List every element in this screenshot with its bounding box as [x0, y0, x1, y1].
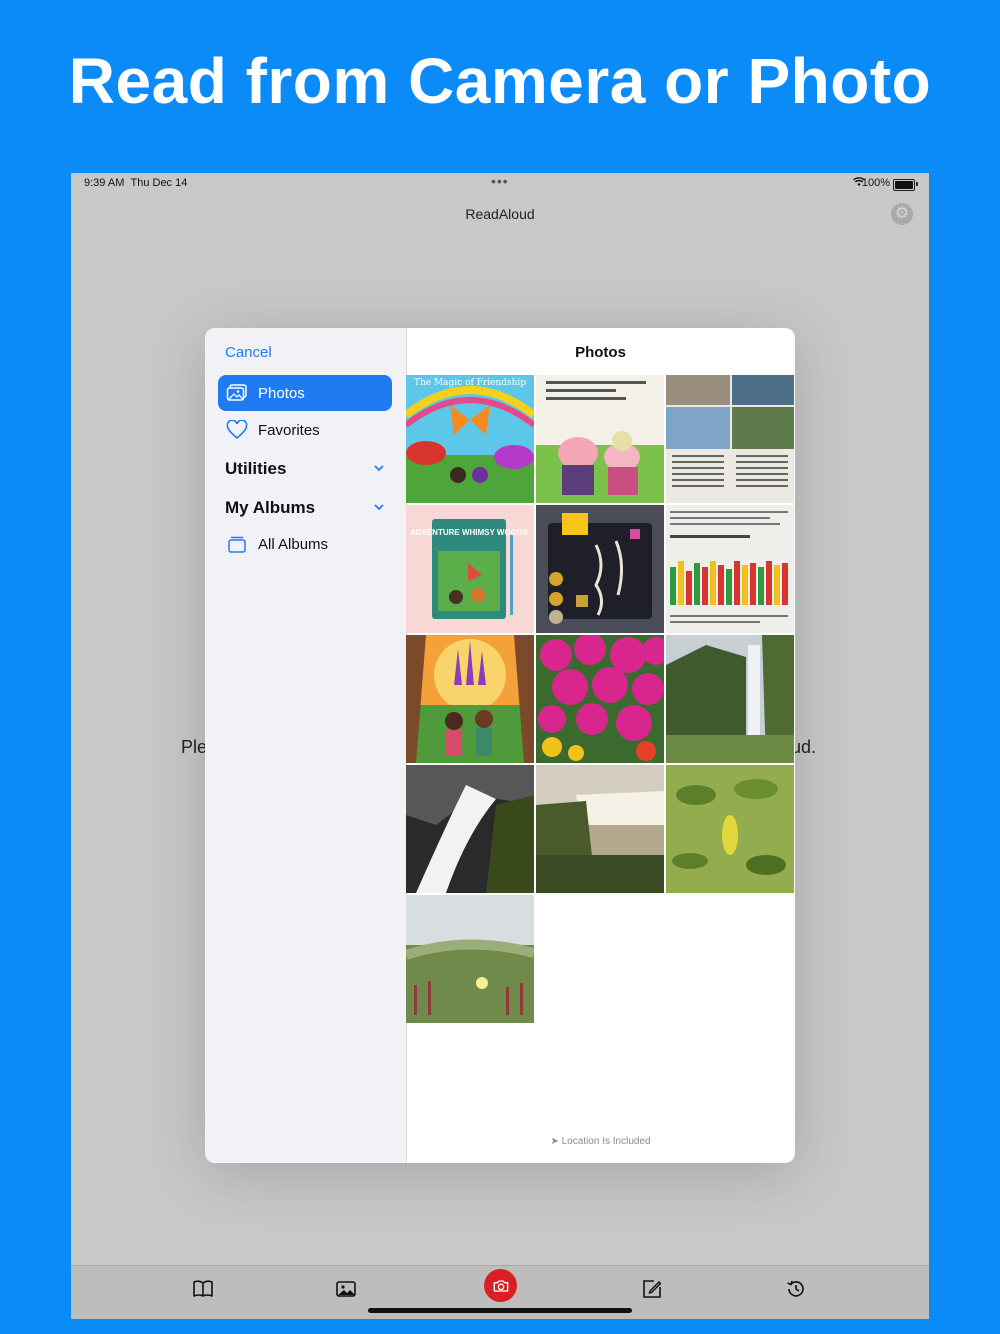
- photo-thumbnail[interactable]: ADVENTURE WHIMSY WOODS: [406, 505, 534, 633]
- photo-thumbnail[interactable]: The Magic of Friendship: [406, 375, 534, 503]
- gear-icon[interactable]: ⚙: [891, 203, 913, 225]
- photo-caption: ADVENTURE WHIMSY WOODS: [410, 528, 529, 537]
- sidebar-item-favorites[interactable]: Favorites: [218, 412, 392, 448]
- cancel-button[interactable]: Cancel: [225, 344, 272, 361]
- photo-picker-sheet: Cancel Photos Favorites Utilities My Alb…: [205, 328, 795, 1163]
- location-arrow-icon: ➤: [550, 1136, 559, 1147]
- multitasking-dots[interactable]: •••: [491, 173, 509, 189]
- photo-thumbnail[interactable]: [406, 635, 534, 763]
- history-icon[interactable]: [783, 1276, 809, 1302]
- section-utilities[interactable]: Utilities: [225, 459, 385, 479]
- sidebar-item-label: Favorites: [258, 421, 320, 439]
- nav-title: ReadAloud: [465, 206, 535, 222]
- heart-icon: [226, 419, 248, 441]
- photo-thumbnail[interactable]: [536, 765, 664, 893]
- sidebar-item-photos[interactable]: Photos: [218, 375, 392, 411]
- albums-icon: [226, 533, 248, 555]
- photo-caption: The Magic of Friendship: [414, 378, 526, 388]
- photo-thumbnail[interactable]: [666, 635, 794, 763]
- photo-thumbnail[interactable]: [406, 765, 534, 893]
- home-indicator: [368, 1308, 632, 1313]
- camera-icon[interactable]: [484, 1269, 517, 1302]
- photos-icon: [226, 382, 248, 404]
- photo-thumbnail[interactable]: [666, 375, 794, 503]
- photo-thumbnail[interactable]: [536, 635, 664, 763]
- photo-thumbnail[interactable]: [666, 505, 794, 633]
- status-bar: 9:39 AM Thu Dec 14 ••• 100%: [71, 173, 929, 195]
- battery-icon: [893, 179, 918, 191]
- photo-thumbnail[interactable]: [666, 765, 794, 893]
- picker-sidebar: Cancel Photos Favorites Utilities My Alb…: [205, 328, 407, 1163]
- battery-percent: 100%: [861, 177, 890, 189]
- photo-thumbnail[interactable]: [406, 895, 534, 1023]
- sidebar-item-all-albums[interactable]: All Albums: [218, 526, 392, 562]
- photo-thumbnail[interactable]: [536, 375, 664, 503]
- sidebar-item-label: All Albums: [258, 535, 329, 553]
- headline: Read from Camera or Photo: [68, 45, 932, 117]
- chevron-down-icon: [374, 504, 384, 511]
- background-text-left: Ple: [181, 737, 208, 757]
- book-icon[interactable]: [190, 1276, 216, 1302]
- photo-thumbnail[interactable]: [536, 505, 664, 633]
- status-time: 9:39 AM Thu Dec 14: [84, 177, 188, 189]
- photos-title: Photos: [575, 344, 626, 361]
- section-my-albums[interactable]: My Albums: [225, 498, 385, 518]
- sidebar-item-label: Photos: [258, 384, 305, 402]
- chevron-down-icon: [374, 465, 384, 472]
- location-note: ➤ Location Is Included: [550, 1136, 651, 1147]
- image-icon[interactable]: [333, 1276, 359, 1302]
- edit-icon[interactable]: [639, 1276, 665, 1302]
